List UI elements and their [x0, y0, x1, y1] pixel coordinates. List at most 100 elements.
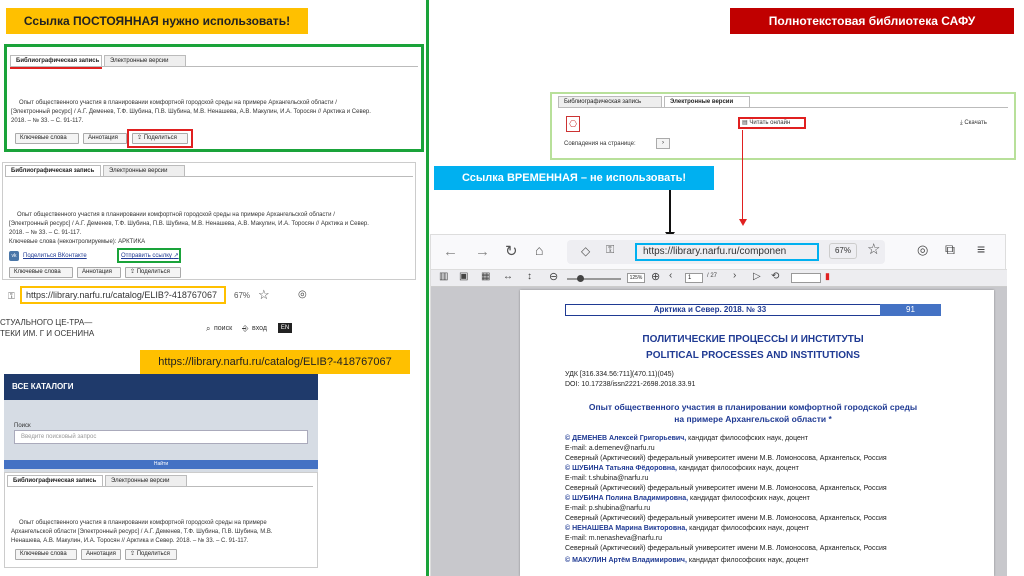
bib-text-3: 2018. – № 33. – С. 91-117.	[9, 230, 82, 236]
author-3-aff: Северный (Арктический) федеральный униве…	[565, 515, 887, 522]
article-title-1: Опыт общественного участия в планировани…	[588, 402, 918, 412]
bookmark-icon[interactable]: ▮	[825, 271, 830, 282]
share-icon: ⇪	[130, 269, 137, 275]
search-label: Поиск	[14, 423, 31, 429]
bib-text-1: Опыт общественного участия в планировани…	[19, 520, 267, 526]
two-page-icon[interactable]: ▣	[459, 271, 468, 282]
zoom-slider[interactable]	[567, 278, 621, 280]
author-4-email: E-mail: m.nenasheva@narfu.ru	[565, 535, 662, 542]
bib-text-1: Опыт общественного участия в планировани…	[17, 212, 335, 218]
share-button[interactable]: ⇪ Поделиться	[125, 267, 181, 278]
reload-icon[interactable]: ↻	[505, 242, 518, 260]
zoom-in-icon[interactable]: ⊕	[651, 270, 660, 283]
site-search-icon[interactable]: ⌕	[206, 324, 210, 334]
tab-bib-record[interactable]: Библиографическая запись	[558, 96, 662, 107]
section-title-en: POLITICAL PROCESSES AND INSTITUTIONS	[646, 350, 860, 361]
address-bar-url[interactable]: https://library.narfu.ru/componen	[643, 246, 815, 257]
left-browser-bar: ⚿ https://library.narfu.ru/catalog/ELIB?…	[0, 286, 320, 306]
login-icon[interactable]: ⎆	[242, 324, 248, 334]
tab-electronic-versions[interactable]: Электронные версии	[664, 96, 750, 107]
all-catalogs-header: ВСЕ КАТАЛОГИ	[4, 374, 318, 400]
author-2-aff: Северный (Арктический) федеральный униве…	[565, 485, 887, 492]
pdf-toolbar	[431, 269, 1007, 287]
menu-icon[interactable]: ≡	[977, 241, 985, 257]
site-search-link[interactable]: поиск	[214, 325, 232, 332]
address-bar-url[interactable]: https://library.narfu.ru/catalog/ELIB?-4…	[26, 290, 222, 300]
temporary-link-callout: Ссылка ВРЕМЕННАЯ – не использовать!	[434, 166, 714, 190]
author-1-email: E-mail: a.demenev@narfu.ru	[565, 445, 655, 452]
page-number-input[interactable]: 1	[685, 273, 703, 283]
keywords-button[interactable]: Ключевые слова	[15, 133, 79, 144]
tab-border	[558, 107, 1008, 108]
author-2-email: E-mail: t.shubina@narfu.ru	[565, 475, 649, 482]
pocket-icon[interactable]: ◎	[917, 242, 928, 258]
journal-header: Арктика и Север. 2018. № 33	[653, 305, 767, 314]
share-icon: ⇪	[130, 551, 137, 557]
read-online-link[interactable]: ▤ Читать онлайн	[742, 119, 790, 127]
tab-underline	[10, 67, 102, 69]
annotation-button[interactable]: Аннотация	[77, 267, 121, 278]
bib-text-2: Архангельской области [Электронный ресур…	[11, 529, 273, 535]
find-button[interactable]: Найти	[4, 460, 318, 469]
author-4-aff: Северный (Арктический) федеральный униве…	[565, 545, 887, 552]
read-online-label: Читать онлайн	[749, 120, 791, 126]
site-title-line-1: СТУАЛЬНОГО ЦЕ-ТРА—	[0, 318, 93, 327]
tab-bib-record[interactable]: Библиографическая запись	[10, 55, 102, 66]
bib-record-panel-2: Библиографическая запись Электронные вер…	[2, 162, 416, 280]
lang-badge[interactable]: EN	[278, 323, 292, 333]
share-button[interactable]: ⇪ Поделиться	[132, 133, 188, 144]
matches-expand-button[interactable]: ›	[656, 138, 670, 149]
page-number-box: 91	[880, 304, 941, 316]
keywords-button[interactable]: Ключевые слова	[15, 549, 77, 560]
fit-height-icon[interactable]: ↕	[527, 271, 532, 282]
copy-link[interactable]: Отправить ссылку ↗	[121, 252, 181, 260]
zoom-slider-handle[interactable]	[577, 275, 584, 282]
zoom-level: 67%	[829, 243, 857, 259]
tab-electronic-versions[interactable]: Электронные версии	[104, 55, 186, 66]
annotation-button[interactable]: Аннотация	[81, 549, 121, 560]
zoom-select[interactable]: 125%	[627, 273, 645, 283]
vk-icon[interactable]: vk	[9, 251, 19, 261]
share-icon: ⇪	[137, 135, 144, 141]
doi: DOI: 10.17238/issn2221-2698.2018.33.91	[565, 381, 696, 388]
back-icon[interactable]: ←	[443, 243, 458, 260]
zoom-level: 67%	[234, 291, 251, 300]
presentation-icon[interactable]: ▷	[753, 271, 761, 282]
tab-electronic-versions[interactable]: Электронные версии	[105, 475, 187, 486]
annotation-button[interactable]: Аннотация	[83, 133, 127, 144]
author-3-email: E-mail: p.shubina@narfu.ru	[565, 505, 651, 512]
share-vk-link[interactable]: Поделиться ВКонтакте	[23, 252, 113, 260]
star-icon[interactable]: ☆	[258, 287, 270, 303]
site-title-line-2: ТЕКИ ИМ. Г И ОСЕНИНА	[0, 329, 95, 338]
bib-text-3: 2018. – № 33. – С. 91-117.	[11, 118, 84, 124]
catalog-search-input[interactable]: Введите поисковый запрос	[14, 430, 308, 444]
rotate-icon[interactable]: ⟲	[771, 271, 779, 282]
bib-keywords: Ключевые слова (неконтролируемые): АРКТИ…	[9, 239, 146, 245]
red-arrow-line	[742, 130, 743, 220]
extensions-icon[interactable]: ⧉	[945, 241, 955, 258]
find-input[interactable]	[791, 273, 821, 283]
tab-bib-record[interactable]: Библиографическая запись	[5, 165, 101, 176]
star-icon[interactable]: ☆	[867, 240, 880, 258]
red-arrow-head	[739, 219, 747, 226]
shield-icon[interactable]: ◇	[581, 244, 590, 258]
tab-electronic-versions[interactable]: Электронные версии	[103, 165, 185, 176]
login-link[interactable]: вход	[252, 325, 267, 332]
keywords-button[interactable]: Ключевые слова	[9, 267, 73, 278]
home-icon[interactable]: ⌂	[535, 242, 543, 258]
grid-icon[interactable]: ▦	[481, 271, 490, 282]
zoom-out-icon[interactable]: ⊖	[549, 270, 558, 283]
author-1-aff: Северный (Арктический) федеральный униве…	[565, 455, 887, 462]
share-button[interactable]: ⇪ Поделиться	[125, 549, 177, 560]
download-link[interactable]: ⤓ Скачать	[960, 119, 987, 127]
tab-bib-record[interactable]: Библиографическая запись	[7, 475, 103, 486]
next-page-icon[interactable]: ›	[733, 270, 736, 281]
shield-icon[interactable]: ◎	[298, 289, 307, 300]
sidebar-toggle-icon[interactable]: ▥	[439, 271, 448, 282]
download-label: Скачать	[964, 120, 987, 126]
prev-page-icon[interactable]: ‹	[669, 270, 672, 281]
pdf-icon[interactable]: ⎔	[566, 116, 580, 132]
article-title-2: на примере Архангельской области *	[674, 414, 832, 424]
fit-width-icon[interactable]: ↔	[503, 271, 513, 282]
forward-icon[interactable]: →	[475, 243, 490, 260]
